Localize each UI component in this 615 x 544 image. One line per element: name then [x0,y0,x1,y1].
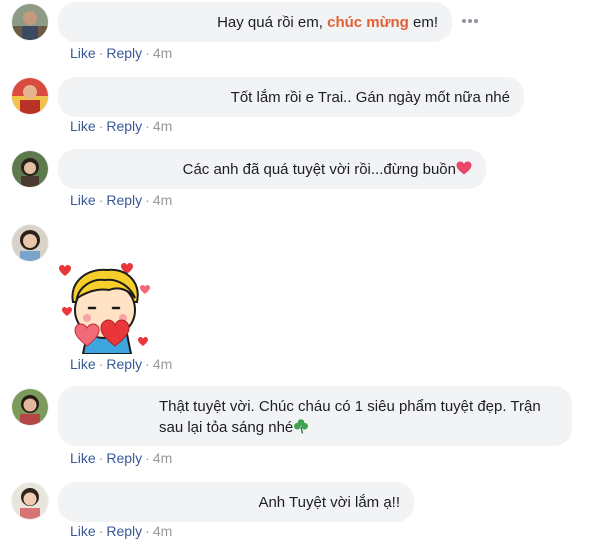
separator: · [98,523,104,539]
separator: · [145,356,150,372]
comment-bubble: Các anh đã quá tuyệt vời rồi...đừng buồn [58,149,486,189]
like-link[interactable]: Like [70,118,96,134]
timestamp[interactable]: 4m [153,523,172,539]
reply-link[interactable]: Reply [106,192,142,208]
avatar[interactable] [12,78,48,114]
avatar[interactable] [12,225,48,261]
reply-link[interactable]: Reply [106,45,142,61]
comment-bubble: Tốt lắm rồi e Trai.. Gán ngày mốt nữa nh… [58,77,524,117]
comment-actions: Like · Reply · 4m [70,118,172,134]
comment-actions: Like · Reply · 4m [70,523,172,539]
comment-text-part: Các anh đã quá tuyệt vời rồi...đừng buồn [182,161,456,178]
comment-actions: Like · Reply · 4m [70,192,172,208]
boy-with-hearts-sticker [59,263,150,354]
comment-text: Tốt lắm rồi e Trai.. Gán ngày mốt nữa nh… [230,89,510,106]
separator: · [98,450,104,466]
timestamp[interactable]: 4m [153,356,172,372]
mention-highlight: chúc mừng [327,14,409,31]
timestamp[interactable]: 4m [153,450,172,466]
avatar[interactable] [12,4,48,40]
heart-icon [456,161,472,175]
reply-link[interactable]: Reply [106,523,142,539]
separator: · [145,523,150,539]
comment-text-part: sau lại tỏa sáng nhé [159,419,294,436]
comment-actions: Like · Reply · 4m [70,450,172,466]
timestamp[interactable]: 4m [153,118,172,134]
separator: · [145,450,150,466]
reply-link[interactable]: Reply [106,450,142,466]
comment-text-part: Hay quá rồi em, [217,14,328,31]
like-link[interactable]: Like [70,523,96,539]
more-options-icon[interactable] [460,17,480,25]
separator: · [98,192,104,208]
separator: · [98,45,104,61]
separator: · [145,45,150,61]
comment-text: Các anh đã quá tuyệt vời rồi...đừng buồn [183,159,472,180]
like-link[interactable]: Like [70,356,96,372]
comment-text-line: sau lại tỏa sáng nhé [159,417,309,438]
avatar[interactable] [12,483,48,519]
comment-text: Anh Tuyệt vời lắm ạ!! [258,494,400,511]
reply-link[interactable]: Reply [106,356,142,372]
timestamp[interactable]: 4m [153,45,172,61]
comment-actions: Like · Reply · 4m [70,356,172,372]
comment-actions: Like · Reply · 4m [70,45,172,61]
comment-bubble: Thật tuyệt vời. Chúc cháu có 1 siêu phẩm… [58,386,572,446]
avatar[interactable] [12,151,48,187]
like-link[interactable]: Like [70,45,96,61]
avatar[interactable] [12,389,48,425]
comment-bubble: Anh Tuyệt vời lắm ạ!! [58,482,414,522]
separator: · [98,356,104,372]
reply-link[interactable]: Reply [106,118,142,134]
comment-text-part: em! [408,14,438,31]
comment-text: Hay quá rồi em, chúc mừng em! [217,12,438,33]
like-link[interactable]: Like [70,450,96,466]
comment-text-line: Thật tuyệt vời. Chúc cháu có 1 siêu phẩm… [159,398,541,415]
separator: · [145,192,150,208]
clover-icon [294,419,309,434]
timestamp[interactable]: 4m [153,192,172,208]
comment-bubble: Hay quá rồi em, chúc mừng em! [58,2,452,42]
separator: · [145,118,150,134]
separator: · [98,118,104,134]
like-link[interactable]: Like [70,192,96,208]
